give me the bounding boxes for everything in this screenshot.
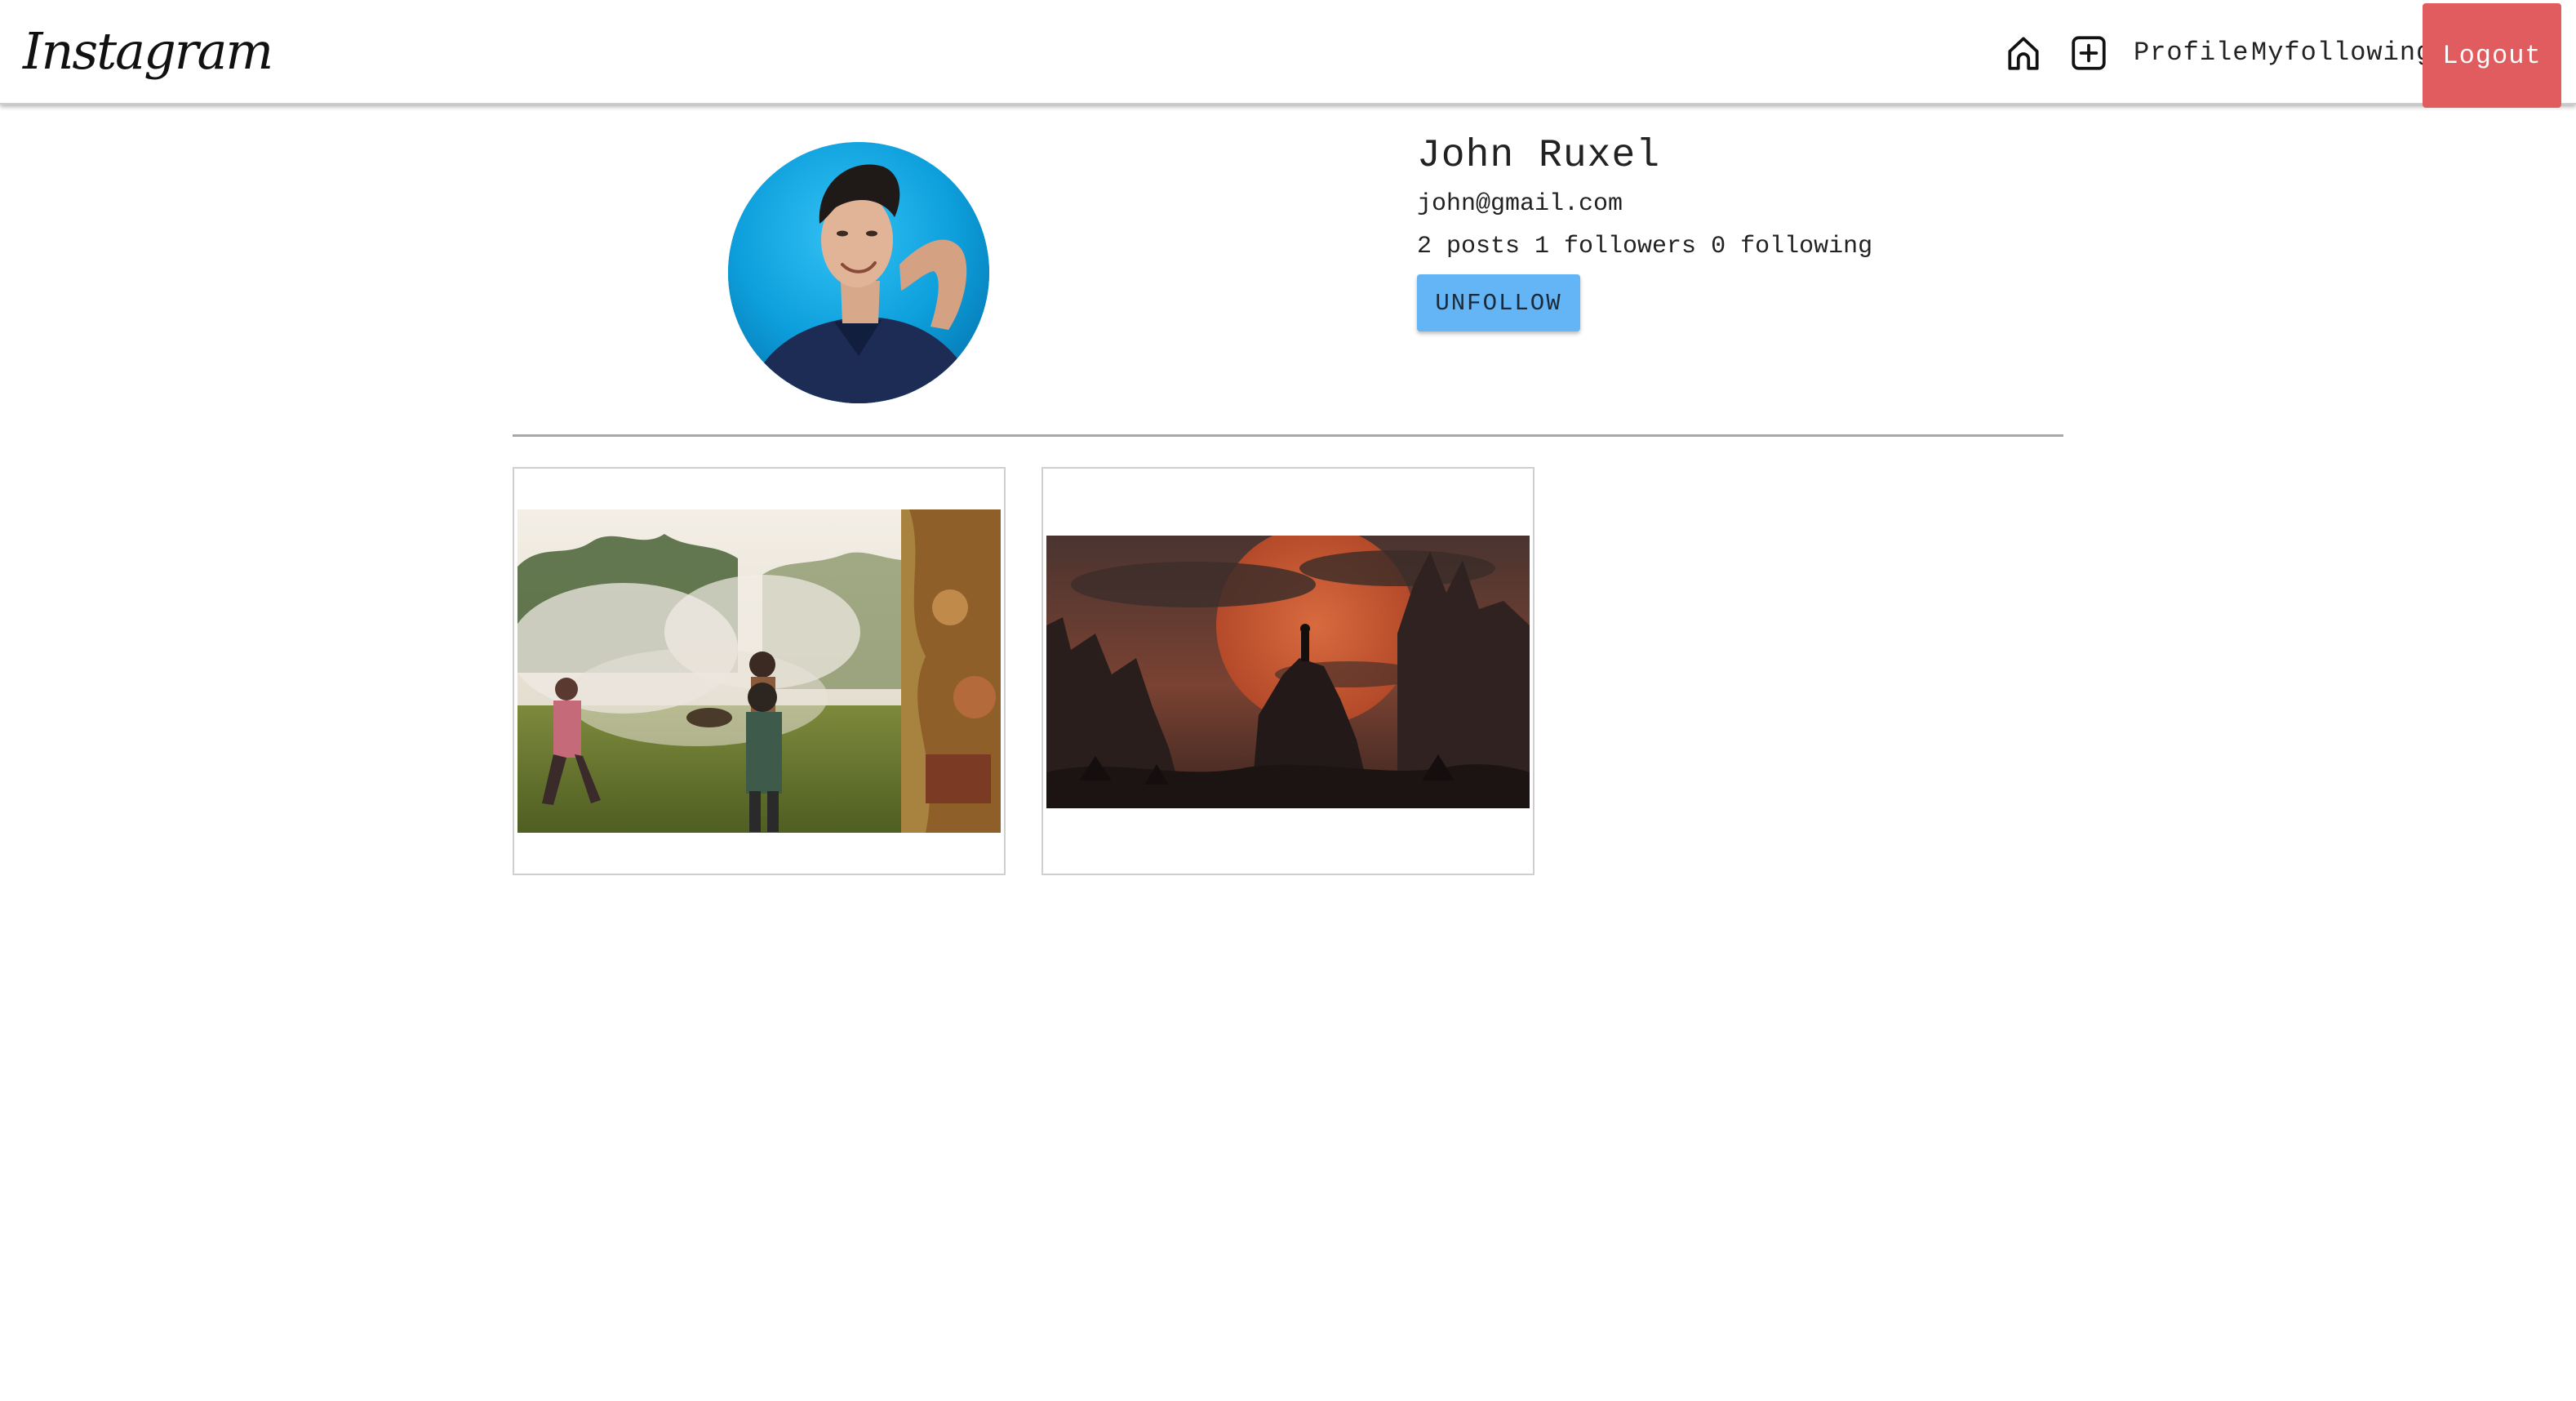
home-icon[interactable] <box>2003 33 2044 73</box>
gallery-item[interactable] <box>1042 467 1534 875</box>
avatar <box>728 142 989 403</box>
logout-button[interactable]: Logout <box>2423 3 2561 108</box>
unfollow-button[interactable]: UNFOLLOW <box>1417 274 1580 331</box>
profile-divider <box>513 434 2063 437</box>
gallery-item[interactable] <box>513 467 1006 875</box>
followers-count: 1 followers <box>1534 233 1697 260</box>
profile-email: john@gmail.com <box>1417 190 1623 218</box>
posts-count: 2 posts <box>1417 233 1521 260</box>
nav-profile-link[interactable]: Profile <box>2134 33 2249 73</box>
post-image-festival[interactable] <box>517 509 1001 833</box>
add-post-icon[interactable] <box>2068 33 2109 73</box>
following-count: 0 following <box>1711 233 1873 260</box>
navbar: Instagram Profile Myfollowing Logout <box>0 0 2576 108</box>
profile-info: John Ruxel john@gmail.com 2 posts 1 follo… <box>1417 127 1887 331</box>
profile-stats: 2 posts 1 followers 0 following <box>1417 229 1887 265</box>
brand-logo[interactable]: Instagram <box>23 15 273 88</box>
nav-myfollowing-link[interactable]: Myfollowing <box>2251 33 2432 73</box>
post-image-landscape[interactable] <box>1046 536 1530 808</box>
profile-name: John Ruxel <box>1417 134 1661 178</box>
